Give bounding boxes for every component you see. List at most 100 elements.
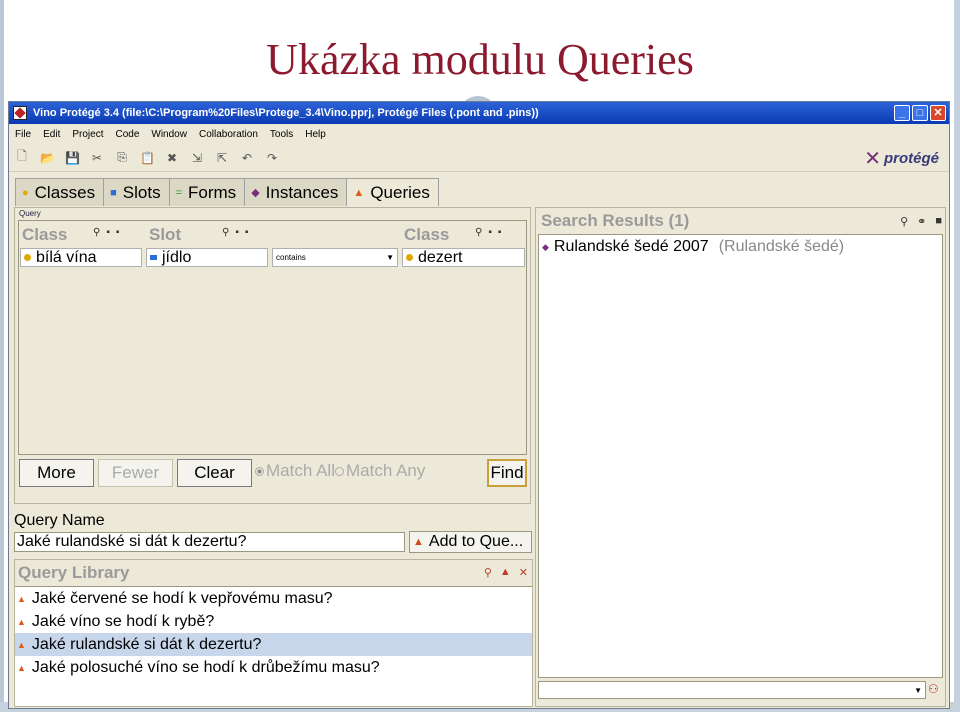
window-titlebar[interactable]: Vino Protégé 3.4 (file:\C:\Program%20Fil…	[9, 102, 949, 124]
back-icon[interactable]: ↶	[240, 151, 254, 165]
add-slot-icon[interactable]: ▪	[235, 227, 239, 238]
match-any-radio[interactable]: Match Any	[335, 461, 425, 481]
open-icon[interactable]: 📂	[40, 151, 55, 165]
query-group: Query Class ⚲ ▪ ▪ Slot ⚲ ▪ ▪ Class ⚲ ▪ ▪…	[14, 207, 531, 504]
maximize-button[interactable]: □	[912, 105, 928, 121]
menu-code[interactable]: Code	[115, 129, 139, 140]
form-icon: =	[175, 186, 183, 199]
query-criteria-area: Class ⚲ ▪ ▪ Slot ⚲ ▪ ▪ Class ⚲ ▪ ▪ bílá …	[18, 220, 527, 455]
operator-value: contains	[276, 253, 306, 262]
query-library: Query Library ⚲ ▲ ✕ ▲ Jaké červené se ho…	[14, 559, 533, 707]
fewer-button[interactable]: Fewer	[98, 459, 173, 487]
export-icon[interactable]: ⇱	[215, 151, 229, 165]
list-item[interactable]: ▲ Jaké polosuché víno se hodí k drůbežím…	[15, 656, 532, 679]
match-any-label: Match Any	[346, 461, 426, 480]
class-value: bílá vína	[36, 248, 97, 266]
radio-unselected-icon	[335, 466, 344, 476]
remove-class-icon[interactable]: ▪	[116, 227, 120, 238]
tab-queries[interactable]: ▲ Queries	[346, 178, 439, 206]
view-icon[interactable]: ⚲	[93, 227, 100, 238]
menu-file[interactable]: File	[15, 129, 31, 140]
tab-slots[interactable]: ■ Slots	[103, 178, 170, 206]
radio-selected-icon	[255, 466, 264, 476]
tab-bar: ● Classes ■ Slots = Forms ◆ Instances ▲ …	[15, 178, 439, 206]
class-field[interactable]: bílá vína	[20, 248, 142, 267]
import-icon[interactable]: ⇲	[190, 151, 204, 165]
search-results-list: ◆ Rulandské šedé 2007 (Rulandské šedé)	[538, 234, 943, 678]
binoculars-icon[interactable]: ⚇	[928, 682, 939, 696]
chevron-down-icon: ▼	[386, 253, 394, 262]
view-icon[interactable]: ⚲	[475, 227, 482, 238]
list-item-selected[interactable]: ▲ Jaké rulandské si dát k dezertu?	[15, 633, 532, 656]
remove-target-icon[interactable]: ▪	[498, 227, 502, 238]
view-icon[interactable]: ⚲	[222, 227, 229, 238]
class-column-header: Class	[22, 225, 68, 244]
class-icon	[24, 254, 31, 261]
paste-icon[interactable]: 📋	[140, 151, 155, 165]
cut-icon[interactable]: ✂	[90, 151, 104, 165]
query-name-label: Query Name	[14, 512, 105, 529]
tab-forms[interactable]: = Forms	[168, 178, 246, 206]
add-to-library-button[interactable]: ▲ Add to Que...	[409, 531, 532, 553]
slide-frame-left	[0, 0, 4, 712]
instance-icon: ◆	[542, 241, 549, 252]
menu-tools[interactable]: Tools	[270, 129, 293, 140]
copy-icon[interactable]: ⎘	[115, 150, 129, 165]
tab-classes[interactable]: ● Classes	[15, 178, 105, 206]
operator-select[interactable]: contains ▼	[272, 248, 398, 267]
toolbar: 🗋 📂 💾 ✂ ⎘ 📋 ✖ ⇲ ⇱ ↶ ↷ ✕ protégé	[9, 144, 949, 172]
slide-frame-right	[954, 0, 960, 712]
delete-icon[interactable]: ✖	[165, 151, 179, 165]
find-button[interactable]: Find	[487, 459, 527, 487]
match-all-radio[interactable]: Match All	[255, 461, 335, 481]
query-name-input[interactable]: Jaké rulandské si dát k dezertu?	[14, 532, 405, 552]
list-item[interactable]: ▲ Jaké víno se hodí k rybě?	[15, 610, 532, 633]
menu-collaboration[interactable]: Collaboration	[199, 129, 258, 140]
clear-button[interactable]: Clear	[177, 459, 252, 487]
chevron-down-icon: ▼	[914, 685, 922, 695]
slot-icon: ■	[110, 186, 117, 199]
references-icon[interactable]: ⚭	[917, 215, 926, 228]
tab-label: Instances	[265, 182, 339, 202]
class-icon: ●	[22, 186, 29, 199]
search-results-title: Search Results (1)	[541, 211, 690, 230]
edit-query-icon[interactable]: ▲	[500, 566, 511, 579]
results-filter-select[interactable]: ▼	[538, 681, 926, 699]
class-icon	[406, 254, 413, 261]
view-instance-icon[interactable]: ⚲	[900, 215, 908, 228]
slot-column-header: Slot	[149, 225, 182, 244]
remove-slot-icon[interactable]: ▪	[245, 227, 249, 238]
add-class-icon[interactable]: ▪	[106, 227, 110, 238]
close-button[interactable]: ✕	[930, 105, 946, 121]
protege-logo-icon: ✕	[864, 148, 881, 170]
instance-icon: ◆	[251, 187, 260, 199]
minimize-button[interactable]: _	[894, 105, 910, 121]
tab-label: Forms	[188, 182, 237, 202]
forward-icon[interactable]: ↷	[265, 151, 279, 165]
list-item[interactable]: ◆ Rulandské šedé 2007 (Rulandské šedé)	[539, 235, 942, 259]
query-icon: ▲	[17, 616, 26, 627]
menu-project[interactable]: Project	[72, 129, 103, 140]
new-icon[interactable]: 🗋	[15, 147, 29, 168]
result-type: (Rulandské šedé)	[718, 238, 845, 255]
query-icon: ▲	[353, 186, 365, 199]
list-item[interactable]: ▲ Jaké červené se hodí k vepřovému masu?	[15, 587, 532, 610]
protege-window: Vino Protégé 3.4 (file:\C:\Program%20Fil…	[8, 101, 950, 709]
slot-field[interactable]: jídlo	[146, 248, 268, 267]
menu-window[interactable]: Window	[151, 129, 187, 140]
more-button[interactable]: More	[19, 459, 94, 487]
tab-instances[interactable]: ◆ Instances	[244, 178, 348, 206]
menu-bar: File Edit Project Code Window Collaborat…	[9, 124, 949, 144]
delete-query-icon[interactable]: ✕	[519, 566, 528, 579]
export-results-icon[interactable]: ■	[935, 215, 942, 228]
match-all-label: Match All	[266, 461, 335, 480]
query-left-panel: Query Class ⚲ ▪ ▪ Slot ⚲ ▪ ▪ Class ⚲ ▪ ▪…	[14, 207, 533, 707]
tab-label: Slots	[122, 182, 161, 202]
retrieve-query-icon[interactable]: ⚲	[484, 566, 492, 579]
menu-help[interactable]: Help	[305, 129, 326, 140]
save-icon[interactable]: 💾	[65, 151, 80, 165]
tab-label: Queries	[370, 182, 430, 202]
menu-edit[interactable]: Edit	[43, 129, 60, 140]
target-class-field[interactable]: dezert	[402, 248, 525, 267]
add-target-icon[interactable]: ▪	[488, 227, 492, 238]
